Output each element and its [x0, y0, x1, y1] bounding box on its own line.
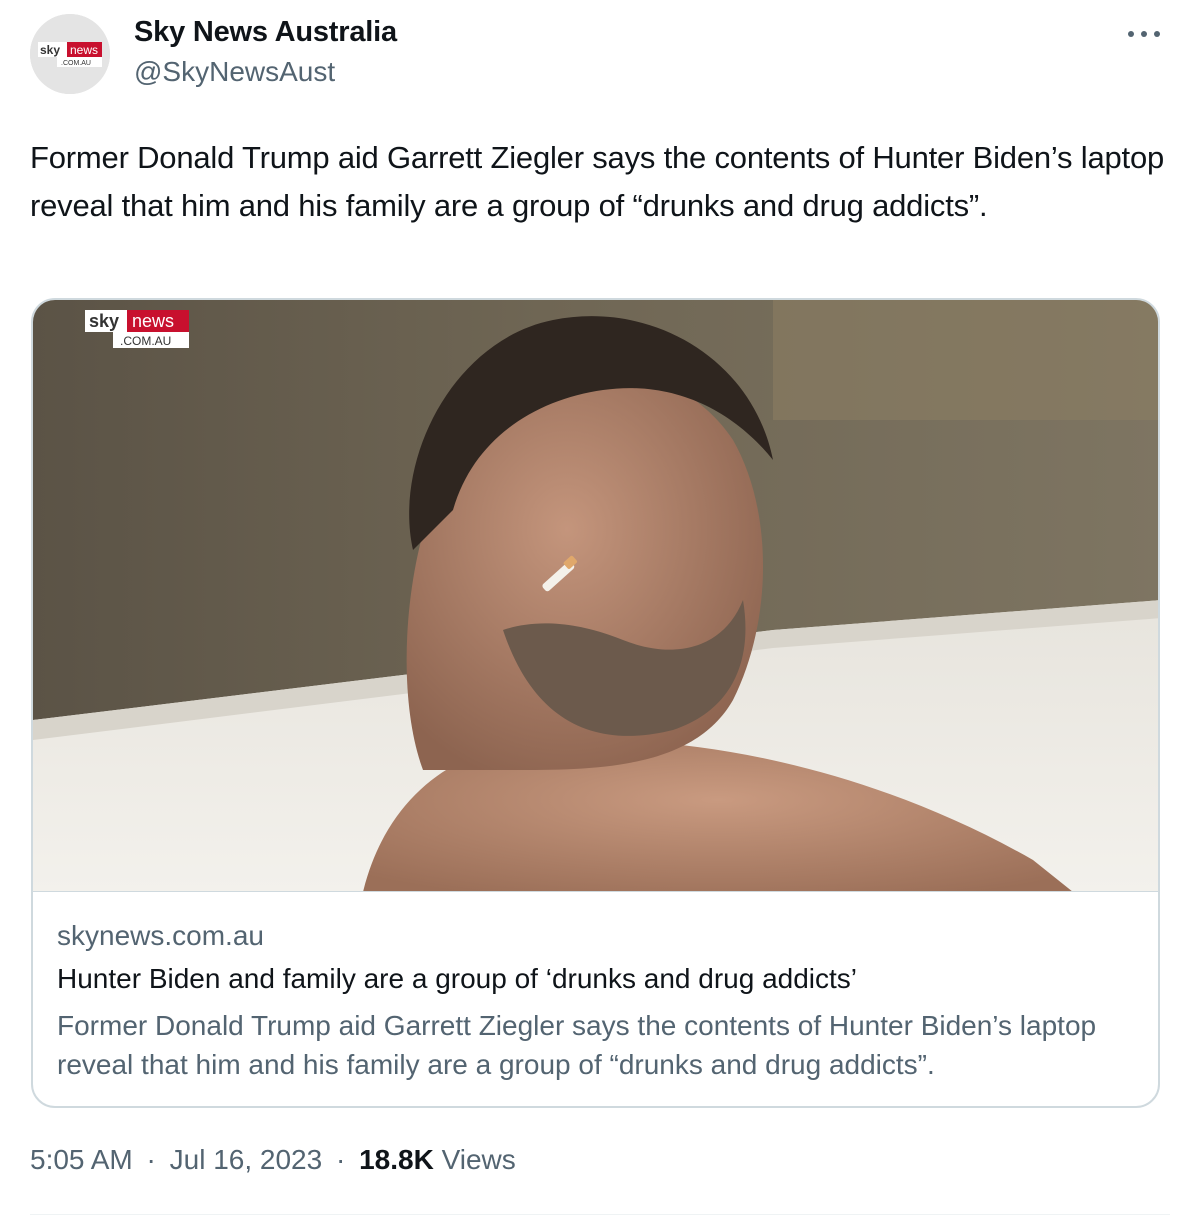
svg-text:sky: sky — [40, 43, 60, 57]
card-divider — [33, 891, 1158, 892]
bottom-divider — [30, 1214, 1170, 1215]
svg-text:.COM.AU: .COM.AU — [120, 334, 171, 348]
tweet-time[interactable]: 5:05 AM — [30, 1144, 133, 1175]
more-button[interactable] — [1122, 22, 1166, 46]
card-description: Former Donald Trump aid Garrett Ziegler … — [57, 1010, 1097, 1080]
svg-text:.COM.AU: .COM.AU — [61, 60, 91, 67]
views-count: 18.8K — [359, 1144, 434, 1175]
svg-text:sky: sky — [89, 311, 119, 331]
sky-news-logo: sky news .COM.AU — [30, 14, 110, 94]
tweet-text: Former Donald Trump aid Garrett Ziegler … — [30, 140, 1165, 223]
user-handle[interactable]: @SkyNewsAust — [134, 56, 335, 88]
display-name[interactable]: Sky News Australia — [134, 16, 397, 49]
tweet-date[interactable]: Jul 16, 2023 — [170, 1144, 323, 1175]
meta-separator: · — [335, 1144, 346, 1175]
link-card[interactable]: sky news .COM.AU skynews.com.au Hunter B… — [31, 298, 1160, 1108]
svg-text:news: news — [70, 43, 98, 57]
card-title[interactable]: Hunter Biden and family are a group of ‘… — [57, 963, 857, 995]
svg-text:news: news — [132, 311, 174, 331]
avatar[interactable]: sky news .COM.AU — [30, 14, 110, 94]
tweet-meta: 5:05 AM · Jul 16, 2023 · 18.8K Views — [30, 1144, 516, 1176]
more-dots-icon — [1128, 31, 1160, 37]
views-label: Views — [441, 1144, 516, 1175]
meta-separator: · — [146, 1144, 156, 1175]
tweet: sky news .COM.AU Sky News Australia @Sky… — [0, 0, 1200, 1230]
card-photo: sky news .COM.AU — [33, 300, 1158, 892]
card-domain: skynews.com.au — [57, 920, 264, 951]
card-image[interactable]: sky news .COM.AU — [33, 300, 1158, 892]
